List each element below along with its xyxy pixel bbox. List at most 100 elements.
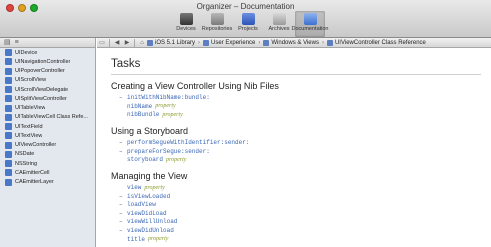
sidebar-bookmark-icon[interactable]: ▤ [4, 39, 11, 47]
class-reference-icon [5, 95, 12, 103]
sidebar-item[interactable]: UIScrollView [0, 76, 95, 85]
method-dash: – [119, 218, 123, 226]
class-reference-icon [5, 141, 12, 149]
class-reference-icon [5, 160, 12, 168]
member-name: performSegueWithIdentifier:sender: [127, 139, 250, 146]
member-name: viewDidUnload [127, 227, 174, 234]
sidebar-item-label: UIPopoverController [15, 68, 65, 75]
sidebar-item-label: UITextField [15, 123, 43, 130]
task-member-link[interactable]: – viewWillUnload [119, 218, 177, 225]
class-reference-icon [5, 178, 12, 186]
sidebar-item[interactable]: UINavigationController [0, 57, 95, 66]
window-title: Organizer – Documentation [196, 2, 295, 11]
property-tag: property [162, 111, 183, 118]
sidebar-item-label: UINavigationController [15, 58, 71, 65]
repositories-icon [210, 13, 224, 25]
sidebar-item[interactable]: UIDevice [0, 48, 95, 57]
task-member-link[interactable]: nibName property [127, 103, 176, 110]
toolbar-projects[interactable]: Projects [233, 11, 263, 37]
breadcrumb-item[interactable]: Windows & Views [271, 40, 319, 46]
sidebar-item[interactable]: UITableViewCell Class Refe... [0, 113, 95, 122]
divider [109, 38, 110, 47]
task-member-link[interactable]: – viewDidUnload [119, 227, 174, 234]
sidebar-item[interactable]: UIPopoverController [0, 67, 95, 76]
sidebar-item-label: UIViewController [15, 142, 57, 149]
class-reference-icon [5, 58, 12, 66]
bookmark-icon[interactable]: ⌂ [137, 40, 147, 46]
sidebar-item[interactable]: UITableView [0, 104, 95, 113]
toolbar-repositories[interactable]: Repositories [202, 11, 232, 37]
class-reference-icon [5, 49, 12, 57]
task-member-link[interactable]: – loadView [119, 201, 156, 208]
task-member-link[interactable]: – performSegueWithIdentifier:sender: [119, 139, 249, 146]
jump-bar: ▭ ◀ ▶ ⌂ iOS 5.1 Library › User Experienc… [97, 38, 491, 48]
property-tag: property [166, 156, 187, 163]
sidebar-item[interactable]: UIViewController [0, 141, 95, 150]
class-reference-icon [5, 104, 12, 112]
member-name: view [127, 184, 142, 191]
chevron-right-icon: › [321, 39, 324, 46]
page-title: Tasks [111, 58, 141, 70]
sidebar-item[interactable]: UITextView [0, 131, 95, 140]
member-name: prepareForSegue:sender: [127, 147, 210, 155]
task-member-link[interactable]: – viewDidLoad [119, 210, 167, 217]
method-dash: – [119, 147, 123, 155]
class-reference-icon [5, 76, 12, 84]
toolbar-documentation[interactable]: Documentation [292, 11, 329, 37]
member-name: title [127, 235, 146, 243]
sidebar-item[interactable]: CAEmitterLayer [0, 178, 95, 187]
sidebar-header: ▤ ≡ [0, 38, 95, 48]
breadcrumb-item[interactable]: iOS 5.1 Library [155, 40, 195, 46]
class-reference-icon [5, 169, 12, 177]
devices-icon [179, 13, 193, 25]
class-reference-icon [5, 113, 12, 121]
member-name: loadView [127, 201, 156, 209]
class-reference-icon [5, 86, 12, 94]
sidebar-list-icon[interactable]: ≡ [15, 39, 19, 47]
class-reference-icon [5, 67, 12, 75]
forward-arrow-icon[interactable]: ▶ [122, 39, 132, 46]
sidebar-item-label: UITableView [15, 105, 46, 112]
task-member-link[interactable]: – initWithNibName:bundle: [119, 94, 210, 101]
section-heading: Using a Storyboard [111, 126, 189, 136]
toolbar-label: Archives [268, 26, 290, 32]
sidebar-item[interactable]: UIScrollViewDelegate [0, 85, 95, 94]
sidebar-item-label: CAEmitterLayer [15, 179, 54, 186]
back-arrow-icon[interactable]: ◀ [112, 39, 122, 46]
section-heading: Managing the View [111, 171, 188, 181]
task-member-link[interactable]: – isViewLoaded [119, 193, 170, 200]
document-icon [326, 39, 333, 46]
method-dash: – [119, 139, 123, 146]
book-icon [263, 39, 270, 46]
breadcrumb-item[interactable]: UIViewController Class Reference [335, 40, 426, 46]
book-icon [203, 39, 210, 46]
task-member-link[interactable]: – prepareForSegue:sender: [119, 148, 210, 155]
task-member-link[interactable]: view property [127, 184, 165, 191]
toolbar-devices[interactable]: Devices [171, 11, 201, 37]
sidebar-item-label: NSString [15, 160, 38, 167]
task-member-link[interactable]: storyboard property [127, 156, 186, 163]
toolbar-label: Documentation [291, 26, 329, 32]
toolbar-label: Devices [176, 26, 196, 32]
method-dash: – [119, 227, 123, 234]
sidebar-toggle-icon[interactable]: ▭ [97, 39, 107, 46]
property-tag: property [148, 236, 169, 243]
sidebar-item[interactable]: UISplitViewController [0, 94, 95, 103]
sidebar-item-label: UITableViewCell Class Refe... [15, 114, 88, 121]
sidebar-item[interactable]: CAEmitterCell [0, 168, 95, 177]
sidebar-item[interactable]: NSDate [0, 150, 95, 159]
task-member-link[interactable]: title property [127, 236, 168, 243]
breadcrumb-item[interactable]: User Experience [211, 40, 255, 46]
archives-icon [272, 13, 286, 25]
library-icon [147, 39, 153, 46]
sidebar-item-label: UIScrollViewDelegate [15, 86, 69, 93]
organizer-toolbar: Devices Repositories Projects Archives D… [171, 11, 329, 37]
task-member-link[interactable]: nibBundle property [127, 111, 183, 118]
window-titlebar: Organizer – Documentation Devices Reposi… [0, 0, 491, 38]
documentation-icon [303, 13, 317, 25]
member-name: initWithNibName:bundle: [127, 94, 210, 101]
sidebar-item[interactable]: NSString [0, 159, 95, 168]
sidebar-list: UIDevice UINavigationController UIPopoverC… [0, 48, 95, 187]
toolbar-archives[interactable]: Archives [264, 11, 294, 37]
sidebar-item[interactable]: UITextField [0, 122, 95, 131]
